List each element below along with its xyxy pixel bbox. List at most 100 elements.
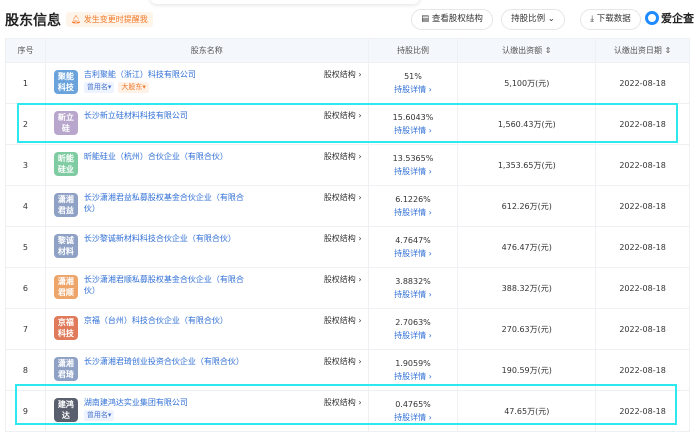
row-index: 8 [5,349,46,391]
holding-ratio: 0.4765% [395,399,431,409]
company-name-link[interactable]: 吉利聚能（浙江）科技有限公司 [84,69,244,80]
row-index: 7 [5,308,46,350]
company-name-link[interactable]: 长沙新立硅材料科技有限公司 [84,110,244,121]
equity-structure-link[interactable]: 股权结构 › [324,233,362,244]
company-logo: 新立硅 [53,111,78,135]
company-name-link[interactable]: 长沙潇湘君益私募股权基金合伙企业（有限合伙） [84,192,244,214]
subscribed-amount: 1,560.43万(元) [457,103,597,145]
row-index: 4 [5,185,46,227]
equity-structure-link[interactable]: 股权结构 › [324,69,362,80]
company-logo: 建鸿达 [53,398,78,422]
row-index: 1 [5,62,46,104]
company-name-link[interactable]: 长沙潇湘君琦创业投资合伙企业（有限合伙） [84,356,244,367]
company-name-link[interactable]: 长沙黎诚新材料科技合伙企业（有限合伙） [84,233,244,244]
col-index: 序号 [5,38,46,63]
tag[interactable]: 曾用名▾ [83,410,115,421]
equity-structure-link[interactable]: 股权结构 › [324,315,362,326]
subscribed-amount: 47.65万(元) [457,390,597,432]
chevron-down-icon: ⌄ [547,14,555,24]
row-index: 6 [5,267,46,309]
tag[interactable]: 曾用名▾ [83,82,115,93]
company-logo: 京福 科技 [53,316,78,340]
col-date[interactable]: 认缴出资日期 ⇕ [595,38,690,63]
company-logo: 聚能 科技 [53,70,78,94]
holding-detail-link[interactable]: 持股详情 › [369,289,458,300]
tag[interactable]: 大股东▾ [118,82,149,93]
subscribed-date: 2022-08-18 [595,226,690,268]
holding-ratio-dropdown[interactable]: 持股比例 ⌄ [501,9,565,30]
holding-ratio: 2.7063% [395,317,431,327]
company-logo: 潇湘 君顺 [53,275,78,299]
col-amount[interactable]: 认缴出资额 ⇕ [457,38,597,63]
holding-ratio: 6.1226% [395,194,431,204]
col-name: 股东名称 [44,38,369,63]
table-row: 7 京福 科技 京福（台州）科技合伙企业（有限合伙） 股权结构 › 2.7063%… [5,308,690,350]
subscribed-amount: 612.26万(元) [457,185,597,227]
table-row: 3 昕能 硅业 昕能硅业（杭州）合伙企业（有限合伙） 股权结构 › 13.5365… [5,144,690,186]
holding-ratio: 4.7647% [395,235,431,245]
download-data-button[interactable]: ⤓ 下载数据 [580,9,641,30]
view-equity-structure-button[interactable]: ▤ 查看股权结构 [411,9,493,30]
subscribed-amount: 270.63万(元) [457,308,597,350]
top-card-edge [150,0,420,4]
table-row: 8 潇湘 君琦 长沙潇湘君琦创业投资合伙企业（有限合伙） 股权结构 › 1.905… [5,349,690,391]
subscribed-date: 2022-08-18 [595,103,690,145]
equity-structure-link[interactable]: 股权结构 › [324,397,362,408]
equity-structure-link[interactable]: 股权结构 › [324,151,362,162]
holding-detail-link[interactable]: 持股详情 › [369,207,458,218]
company-logo: 昕能 硅业 [53,152,78,176]
subscribed-date: 2022-08-18 [595,267,690,309]
subscribed-date: 2022-08-18 [595,62,690,104]
bell-icon: 🔔︎ [71,15,82,24]
holding-detail-link[interactable]: 持股详情 › [369,125,458,136]
download-icon: ⤓ [590,14,595,24]
equity-structure-link[interactable]: 股权结构 › [324,110,362,121]
company-name-link[interactable]: 长沙潇湘君顺私募股权基金合伙企业（有限合伙） [84,274,244,296]
holding-detail-link[interactable]: 持股详情 › [369,371,458,382]
holding-detail-link[interactable]: 持股详情 › [369,412,458,423]
equity-structure-link[interactable]: 股权结构 › [324,192,362,203]
company-name-link[interactable]: 昕能硅业（杭州）合伙企业（有限合伙） [84,151,244,162]
btn-label: 持股比例 [511,14,546,24]
col-ratio: 持股比例 [367,38,459,63]
holding-detail-link[interactable]: 持股详情 › [369,330,458,341]
btn-label: 查看股权结构 [431,14,483,24]
table-row: 1 聚能 科技 吉利聚能（浙江）科技有限公司 曾用名▾ 大股东▾ 股权结构 › 51%… [5,62,690,104]
subscribed-date: 2022-08-18 [595,185,690,227]
equity-structure-link[interactable]: 股权结构 › [324,274,362,285]
aiqicha-logo: 爱企查 [645,10,694,26]
subscribed-date: 2022-08-18 [595,144,690,186]
subscribed-amount: 5,100万(元) [457,62,597,104]
table-row: 9 建鸿达 湖南建鸿达实业集团有限公司 曾用名▾ 股权结构 › 0.4765% 持股… [5,390,690,432]
subscribed-amount: 190.59万(元) [457,349,597,391]
company-logo: 黎诚 材料 [53,234,78,258]
sort-icon: ⇕ [664,46,672,55]
subscribed-amount: 388.32万(元) [457,267,597,309]
holding-detail-link[interactable]: 持股详情 › [369,166,458,177]
subscribed-date: 2022-08-18 [595,308,690,350]
table-row: 4 潇湘 君益 长沙潇湘君益私募股权基金合伙企业（有限合伙） 股权结构 › 6.1… [5,185,690,227]
table-row: 5 黎诚 材料 长沙黎诚新材料科技合伙企业（有限合伙） 股权结构 › 4.7647… [5,226,690,268]
change-reminder-button[interactable]: 🔔︎ 发生变更时提醒我 [66,12,153,27]
equity-structure-link[interactable]: 股权结构 › [324,356,362,367]
holding-detail-link[interactable]: 持股详情 › [369,84,458,95]
company-name-link[interactable]: 湖南建鸿达实业集团有限公司 [84,397,244,408]
shareholder-count: 9 [53,14,59,24]
table-row: 6 潇湘 君顺 长沙潇湘君顺私募股权基金合伙企业（有限合伙） 股权结构 › 3.8… [5,267,690,309]
holding-ratio: 13.5365% [392,153,434,163]
subscribed-amount: 1,353.65万(元) [457,144,597,186]
remind-label: 发生变更时提醒我 [83,15,148,24]
row-index: 3 [5,144,46,186]
company-name-link[interactable]: 京福（台州）科技合伙企业（有限合伙） [84,315,244,326]
shareholder-table: 序号 股东名称 持股比例 认缴出资额 ⇕ 认缴出资日期 ⇕ 1 聚能 科技 吉利聚… [5,38,690,432]
subscribed-date: 2022-08-18 [595,349,690,391]
col-label: 认缴出资额 [502,46,543,55]
row-index: 9 [5,390,46,432]
company-logo: 潇湘 君琦 [53,357,78,381]
holding-ratio: 3.8832% [395,276,431,286]
company-logo: 潇湘 君益 [53,193,78,217]
sort-icon: ⇕ [544,46,552,55]
brand-label: 爱企查 [661,12,694,25]
holding-detail-link[interactable]: 持股详情 › [369,248,458,259]
holding-ratio: 15.6043% [392,112,434,122]
